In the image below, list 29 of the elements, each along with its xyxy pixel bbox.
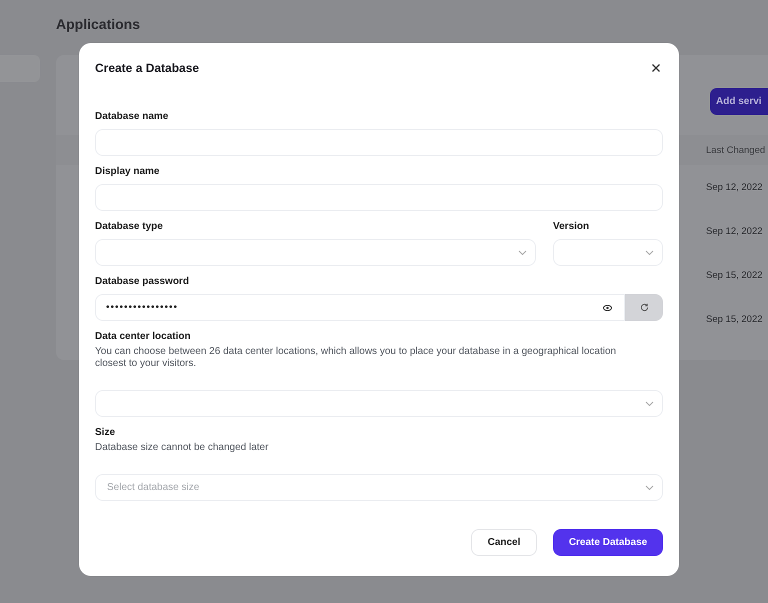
help-text: You can choose between 26 data center locations, which allows you to place your database in a geographical location closest to your visitors. — [95, 346, 618, 370]
chevron-down-icon — [645, 484, 654, 490]
field-label: Data center location — [95, 331, 192, 343]
help-text: Database size cannot be changed later — [95, 442, 270, 454]
table-cell-text: Sep 12, 2022 — [706, 226, 764, 236]
select-field[interactable] — [95, 390, 663, 417]
add-service-button[interactable]: Add servi — [710, 88, 768, 115]
field-label: Database name — [95, 111, 170, 123]
cancel-button[interactable]: Cancel — [471, 529, 537, 556]
create-button[interactable]: Create Database — [553, 529, 663, 556]
field-label: Size — [95, 427, 116, 439]
refresh-icon[interactable] — [625, 294, 663, 321]
page-title: Applications — [56, 16, 142, 34]
chevron-down-icon — [518, 250, 527, 256]
password-field[interactable]: •••••••••••••••• — [95, 294, 625, 321]
table-cell-text: Sep 15, 2022 — [706, 270, 764, 280]
select-field[interactable] — [95, 239, 536, 266]
chevron-down-icon — [645, 250, 654, 256]
column-header: Last Changed — [706, 144, 766, 156]
chevron-down-icon — [645, 400, 654, 406]
dialog-title: Create a Database — [95, 61, 200, 75]
field-label: Database password — [95, 276, 190, 288]
field-label: Database type — [95, 221, 164, 233]
table-cell-text: Sep 12, 2022 — [706, 182, 764, 192]
eye-icon[interactable] — [603, 304, 612, 310]
table-cell-text: Sep 15, 2022 — [706, 314, 764, 324]
select-field[interactable] — [553, 239, 663, 266]
field-label: Version — [553, 221, 590, 233]
field-label: Display name — [95, 166, 160, 178]
